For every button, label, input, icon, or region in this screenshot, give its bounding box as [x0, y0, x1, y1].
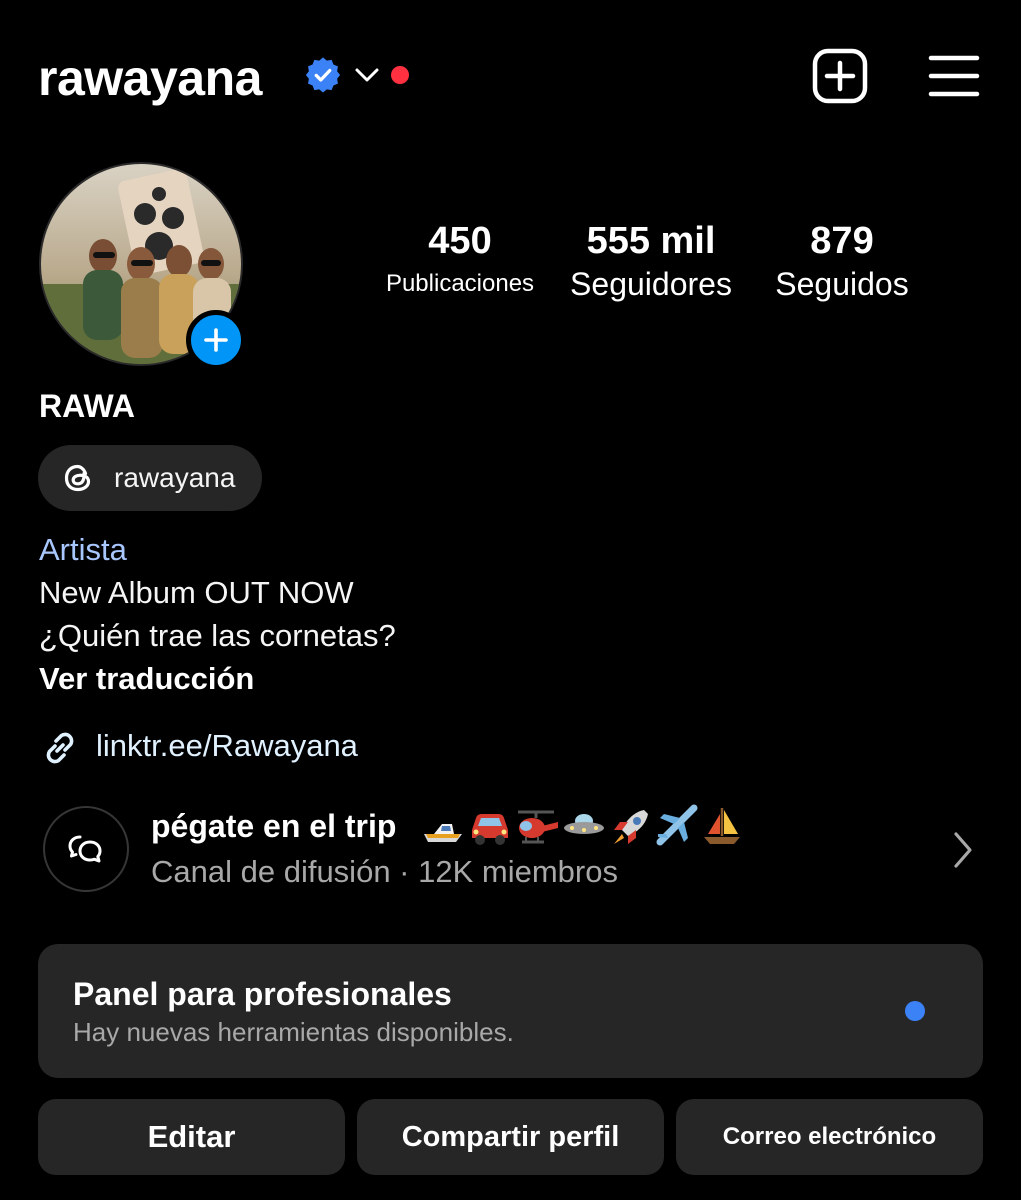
link-url: linktr.ee/Rawayana: [96, 728, 358, 763]
menu-hamburger-icon[interactable]: [928, 55, 980, 97]
posts-label: Publicaciones: [385, 270, 535, 297]
bio-line-2: ¿Quién trae las cornetas?: [39, 618, 396, 653]
followers-count: 555 mil: [586, 220, 716, 262]
display-name: RAWA: [39, 388, 135, 424]
threads-profile-link[interactable]: rawayana: [38, 445, 262, 511]
plus-icon: [204, 328, 228, 352]
bio-category[interactable]: Artista: [39, 530, 127, 570]
chevron-right-icon: [954, 832, 972, 868]
verified-badge-icon: [305, 57, 341, 93]
stat-posts[interactable]: 450 Publicaciones: [372, 218, 548, 304]
add-story-button[interactable]: [186, 310, 246, 370]
rocket-icon: [614, 810, 648, 844]
professional-dashboard[interactable]: Panel para profesionales Hay nuevas herr…: [38, 944, 983, 1078]
following-label: Seguidos: [775, 266, 909, 302]
chevron-down-icon[interactable]: [354, 65, 380, 85]
link-icon: [46, 732, 74, 764]
flying-saucer-icon: [564, 814, 604, 834]
helicopter-icon: [518, 810, 558, 844]
channel-subtitle: Canal de difusión · 12K miembros: [151, 854, 618, 889]
channel-emojis: [424, 804, 740, 846]
stat-following[interactable]: 879 Seguidos: [762, 218, 922, 304]
create-post-button[interactable]: [812, 48, 868, 104]
threads-handle: rawayana: [114, 462, 236, 493]
pro-panel-subtitle: Hay nuevas herramientas disponibles.: [73, 1017, 514, 1047]
following-count: 879: [810, 220, 874, 262]
email-button[interactable]: Correo electrónico: [676, 1099, 983, 1175]
threads-icon: [64, 464, 91, 492]
broadcast-channel-row[interactable]: pégate en el trip Canal de difusión · 12…: [38, 800, 983, 900]
posts-count: 450: [428, 220, 492, 262]
account-switcher-username[interactable]: rawayana: [38, 48, 262, 108]
notification-dot: [391, 66, 409, 84]
channel-title: pégate en el trip: [151, 808, 397, 844]
broadcast-chat-icon: [68, 835, 102, 863]
edit-profile-button[interactable]: Editar: [38, 1099, 345, 1175]
stat-followers[interactable]: 555 mil Seguidores: [560, 218, 742, 304]
new-tools-dot: [905, 1001, 925, 1021]
bio-line-1: New Album OUT NOW: [39, 575, 354, 610]
see-translation-link[interactable]: Ver traducción: [39, 659, 254, 699]
sailboat-icon: [704, 808, 740, 844]
channel-icon-circle: [43, 806, 129, 892]
airplane-icon: [656, 804, 698, 846]
top-bar: rawayana: [0, 0, 1021, 150]
speedboat-icon: [424, 824, 462, 842]
car-icon: [472, 814, 508, 845]
pro-panel-title: Panel para profesionales: [73, 976, 452, 1012]
profile-page: rawayana 450 Publicaciones 555 mil Segui…: [0, 0, 1021, 1200]
followers-label: Seguidores: [570, 266, 732, 302]
share-profile-button[interactable]: Compartir perfil: [357, 1099, 664, 1175]
